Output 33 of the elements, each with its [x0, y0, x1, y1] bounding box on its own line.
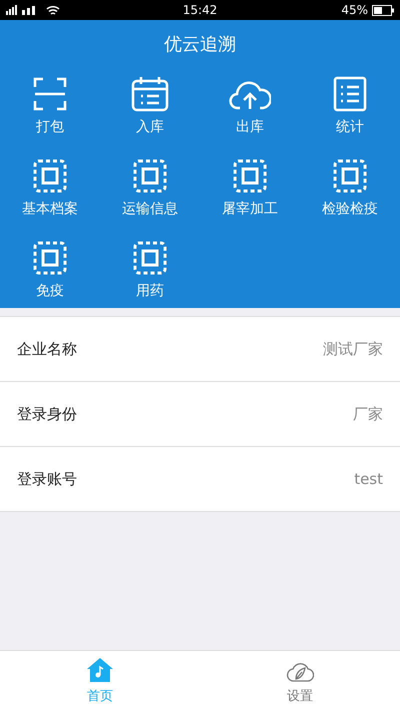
menu-item[interactable]: 入库 [100, 76, 200, 136]
menu-item[interactable]: 运输信息 [100, 158, 200, 218]
info-label: 登录身份 [17, 404, 77, 424]
calendar-icon [131, 76, 169, 112]
chip-icon [133, 241, 167, 275]
chip-icon [33, 159, 67, 193]
menu-item[interactable]: 用药 [100, 240, 200, 300]
menu-item[interactable]: 统计 [300, 76, 400, 136]
wifi-icon [46, 4, 60, 16]
chip-icon [133, 159, 167, 193]
menu-item[interactable]: 基本档案 [0, 158, 100, 218]
menu-item[interactable]: 免疫 [0, 240, 100, 300]
menu-item[interactable]: 打包 [0, 76, 100, 136]
info-value: 厂家 [353, 404, 383, 424]
info-label: 企业名称 [17, 340, 77, 358]
menu-item[interactable]: 出库 [200, 76, 300, 136]
chip-icon [233, 159, 267, 193]
home-icon [86, 657, 114, 683]
scan-icon [33, 77, 67, 111]
chip-icon [33, 241, 67, 275]
tab[interactable]: 首页 [0, 651, 200, 711]
info-value: test [354, 470, 383, 488]
battery-icon [372, 4, 394, 16]
battery-percent: 45% [341, 3, 368, 17]
menu-item[interactable]: 屠宰加工 [200, 158, 300, 218]
menu-item[interactable]: 检验检疫 [300, 158, 400, 218]
status-time: 15:42 [182, 3, 218, 17]
info-value: 测试厂家 [323, 340, 383, 358]
app-title: 优云追溯 [163, 33, 237, 57]
info-label: 登录账号 [17, 470, 77, 488]
list-icon [333, 76, 367, 112]
tab[interactable]: 设置 [200, 651, 400, 711]
chip-icon [333, 159, 367, 193]
